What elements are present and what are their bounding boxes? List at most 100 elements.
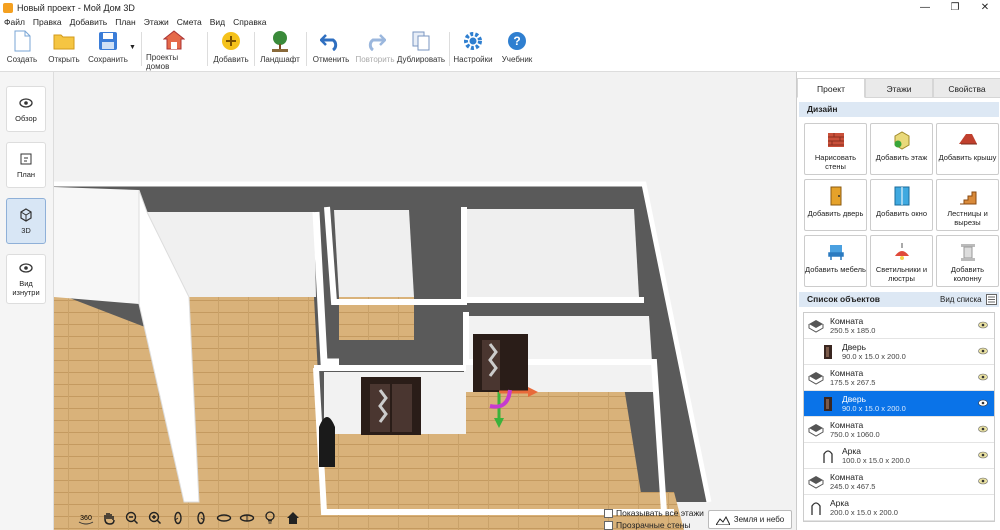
list-item[interactable]: Арка 100.0 x 15.0 x 200.0 — [804, 443, 994, 469]
list-item[interactable]: Комната 245.0 x 467.5 — [804, 469, 994, 495]
add-door-button[interactable]: Добавить дверь — [804, 179, 867, 231]
settings-button[interactable]: Настройки — [453, 30, 493, 70]
list-item[interactable]: Комната 250.5 x 185.0 — [804, 313, 994, 339]
house-projects-button[interactable]: Проекты домов — [146, 30, 202, 71]
toolbar-separator — [306, 32, 307, 66]
view-overview-button[interactable]: Обзор — [6, 86, 46, 132]
gear-icon — [462, 30, 484, 52]
view-mode-sidebar: Обзор План 3D Вид изнутри — [0, 72, 54, 530]
landscape-icon — [715, 515, 730, 525]
rotate-left-icon[interactable] — [168, 509, 187, 527]
visibility-eye-icon[interactable] — [978, 373, 988, 381]
add-button[interactable]: Добавить — [212, 30, 250, 70]
list-item[interactable]: Комната 750.0 x 1060.0 — [804, 417, 994, 443]
menu-file[interactable]: Файл — [4, 17, 25, 27]
list-item[interactable]: Дверь 90.0 x 15.0 x 200.0 — [804, 339, 994, 365]
create-button[interactable]: Создать — [6, 30, 38, 70]
light-bulb-icon[interactable] — [260, 509, 279, 527]
lamps-button[interactable]: Светильники и люстры — [870, 235, 933, 287]
toolbar-separator — [254, 32, 255, 66]
eye-icon — [19, 263, 33, 273]
visibility-eye-icon[interactable] — [978, 425, 988, 433]
house-icon — [163, 30, 185, 50]
undo-icon — [320, 30, 342, 52]
stairs-button[interactable]: Лестницы и вырезы — [936, 179, 999, 231]
earth-sky-button[interactable]: Земля и небо — [708, 510, 792, 529]
list-item[interactable]: Комната 175.5 x 267.5 — [804, 365, 994, 391]
view-inside-button[interactable]: Вид изнутри — [6, 254, 46, 304]
lamp-icon — [894, 243, 909, 260]
transparent-walls-checkbox[interactable]: Прозрачные стены — [604, 520, 691, 530]
draw-walls-button[interactable]: Нарисовать стены — [804, 123, 867, 175]
rotate-360-icon[interactable]: 360 — [76, 509, 95, 527]
add-roof-button[interactable]: Добавить крышу — [936, 123, 999, 175]
panel-tabs: Проект Этажи Свойства — [797, 78, 1000, 98]
menu-view[interactable]: Вид — [210, 17, 225, 27]
design-section-title: Дизайн — [799, 102, 999, 117]
save-button[interactable]: Сохранить — [88, 30, 128, 70]
3d-scene[interactable] — [54, 72, 796, 530]
add-furniture-button[interactable]: Добавить мебель — [804, 235, 867, 287]
duplicate-button[interactable]: Дублировать — [397, 30, 445, 70]
list-item-selected[interactable]: Дверь 90.0 x 15.0 x 200.0 — [804, 391, 994, 417]
menu-help[interactable]: Справка — [233, 17, 266, 27]
chair-icon — [827, 245, 844, 260]
menu-edit[interactable]: Правка — [33, 17, 62, 27]
door-icon — [830, 186, 841, 206]
pan-hand-icon[interactable] — [99, 509, 118, 527]
show-all-floors-checkbox[interactable]: Показывать все этажи — [604, 508, 704, 518]
tab-floors[interactable]: Этажи — [865, 78, 933, 98]
visibility-eye-icon[interactable] — [978, 451, 988, 459]
visibility-eye-icon[interactable] — [978, 321, 988, 329]
roof-icon — [958, 134, 977, 145]
column-icon — [960, 244, 975, 261]
door-icon — [824, 344, 832, 359]
redo-button[interactable]: Повторить — [354, 30, 396, 70]
room-icon — [808, 371, 824, 385]
arch-icon — [811, 501, 821, 515]
checkbox-box[interactable] — [604, 508, 613, 518]
tab-project[interactable]: Проект — [797, 78, 865, 98]
open-button[interactable]: Открыть — [46, 30, 82, 70]
menu-plan[interactable]: План — [115, 17, 136, 27]
minimize-button[interactable]: — — [910, 0, 940, 15]
tree-icon — [269, 30, 291, 52]
checkbox-box[interactable] — [604, 520, 613, 530]
eye-icon — [19, 97, 33, 108]
home-icon[interactable] — [283, 509, 302, 527]
cube-icon — [20, 207, 32, 222]
undo-button[interactable]: Отменить — [312, 30, 350, 70]
rotate-right-icon[interactable] — [191, 509, 210, 527]
arch-icon — [823, 449, 833, 463]
visibility-eye-icon[interactable] — [978, 399, 988, 407]
landscape-button[interactable]: Ландшафт — [260, 30, 300, 70]
view-plan-button[interactable]: План — [6, 142, 46, 188]
zoom-in-icon[interactable] — [145, 509, 164, 527]
view-3d-button[interactable]: 3D — [6, 198, 46, 244]
add-window-button[interactable]: Добавить окно — [870, 179, 933, 231]
menu-floors[interactable]: Этажи — [144, 17, 169, 27]
menu-add[interactable]: Добавить — [70, 17, 108, 27]
visibility-eye-icon[interactable] — [978, 347, 988, 355]
list-item[interactable]: Арка 200.0 x 15.0 x 200.0 — [804, 495, 994, 521]
stairs-icon — [959, 191, 976, 205]
svg-text:360: 360 — [80, 515, 92, 522]
add-column-button[interactable]: Добавить колонну — [936, 235, 999, 287]
tilt-down-icon[interactable] — [237, 509, 256, 527]
zoom-out-icon[interactable] — [122, 509, 141, 527]
objects-list[interactable]: Комната 250.5 x 185.0 Дверь 90.0 x 15.0 x … — [803, 312, 995, 522]
maximize-button[interactable]: ❐ — [940, 0, 970, 15]
room-icon — [808, 475, 824, 489]
tutorial-button[interactable]: ? Учебник — [498, 30, 536, 70]
tab-properties[interactable]: Свойства — [933, 78, 1000, 98]
3d-viewport[interactable] — [54, 72, 796, 530]
list-view-toggle[interactable]: Вид списка — [940, 294, 997, 305]
tilt-up-icon[interactable] — [214, 509, 233, 527]
plan-icon — [20, 153, 32, 164]
save-dropdown-icon[interactable]: ▼ — [129, 44, 136, 51]
app-icon — [3, 2, 13, 13]
menu-estimate[interactable]: Смета — [177, 17, 202, 27]
add-floor-button[interactable]: Добавить этаж — [870, 123, 933, 175]
close-button[interactable]: ✕ — [970, 0, 1000, 15]
visibility-eye-icon[interactable] — [978, 477, 988, 485]
